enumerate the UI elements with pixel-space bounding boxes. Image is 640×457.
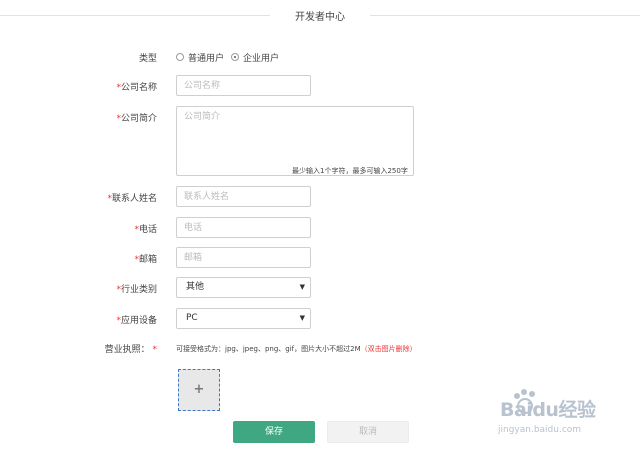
license-format-hint: 可接受格式为：jpg、jpeg、png、gif，图片大小不超过2M（双击图片删除… <box>176 345 417 353</box>
page-title: 开发者中心 <box>295 12 345 23</box>
device-label: *应用设备 <box>116 316 157 326</box>
industry-select[interactable]: 其他 ▼ <box>176 277 311 298</box>
radio-enterprise-user-label[interactable]: 企业用户 <box>243 51 279 64</box>
header-divider-left <box>0 15 270 16</box>
email-label: *邮箱 <box>134 255 157 265</box>
type-label: 类型 <box>138 54 157 64</box>
baidu-jingyan-watermark: Baidu经验 jingyan.baidu.com <box>470 389 610 450</box>
header-divider-right <box>370 15 640 16</box>
cancel-button[interactable]: 取消 <box>327 421 409 443</box>
business-license-label: 营业执照： * <box>104 345 158 355</box>
contact-name-input[interactable] <box>176 186 311 207</box>
license-upload-box[interactable]: + <box>178 369 220 411</box>
chevron-down-icon: ▼ <box>299 283 305 291</box>
email-input[interactable] <box>176 247 311 268</box>
phone-label: *电话 <box>134 225 157 235</box>
radio-enterprise-user[interactable] <box>231 53 239 61</box>
company-intro-label: *公司简介 <box>116 114 157 124</box>
save-button[interactable]: 保存 <box>233 421 315 443</box>
device-select-value: PC <box>186 313 198 323</box>
license-delete-note: （双击图片删除） <box>360 345 417 353</box>
plus-icon: + <box>193 382 205 397</box>
required-mark: * <box>152 345 158 355</box>
phone-input[interactable] <box>176 217 311 238</box>
contact-name-label: *联系人姓名 <box>107 194 157 204</box>
radio-personal-user[interactable] <box>176 53 184 61</box>
intro-char-counter: 最少输入1个字符，最多可输入250字 <box>292 167 408 175</box>
industry-select-value: 其他 <box>186 282 205 292</box>
company-name-input[interactable] <box>176 75 311 96</box>
device-select[interactable]: PC ▼ <box>176 308 311 329</box>
watermark-url: jingyan.baidu.com <box>498 425 582 435</box>
company-name-label: *公司名称 <box>116 83 157 93</box>
industry-label: *行业类别 <box>116 285 157 295</box>
chevron-down-icon: ▼ <box>299 314 305 322</box>
watermark-brand: Baidu经验 <box>500 399 596 421</box>
radio-personal-user-label[interactable]: 普通用户 <box>188 51 224 64</box>
